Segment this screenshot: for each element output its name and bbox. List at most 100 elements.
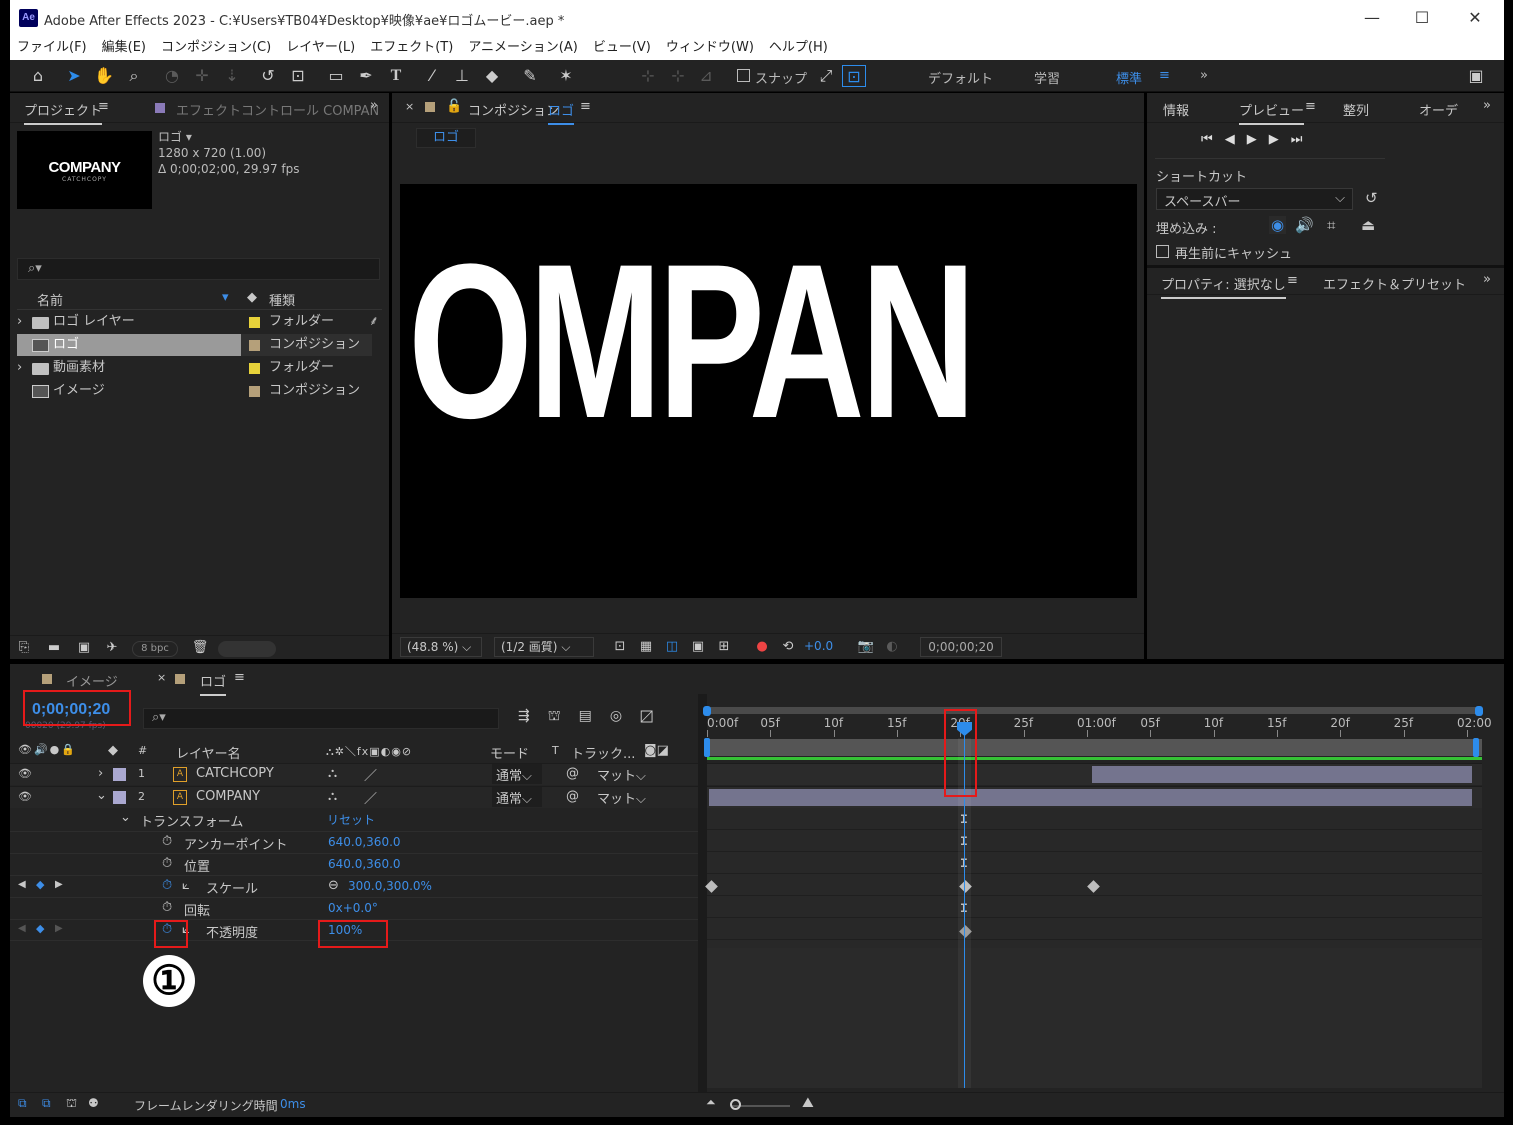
expand-arrow-icon[interactable]: ›	[17, 311, 22, 333]
expand-arrow-icon[interactable]: ›	[17, 357, 22, 379]
interpret-footage-icon[interactable]: ⎘	[12, 637, 36, 659]
tab-project[interactable]: プロジェクト	[24, 100, 103, 125]
close-tab-icon[interactable]: ×	[157, 671, 166, 684]
project-item[interactable]: › 動画素材 フォルダー	[17, 357, 377, 379]
overlay-toggle-icon[interactable]: ⌗	[1327, 216, 1335, 234]
audio-toggle-icon[interactable]: 🔊	[1295, 216, 1314, 234]
property-value[interactable]: 640.0,360.0	[328, 857, 401, 871]
shortcut-dropdown[interactable]: スペースバー ⌵	[1156, 188, 1353, 210]
menu-edit[interactable]: 編集(E)	[102, 38, 146, 60]
layer-name[interactable]: CATCHCOPY	[196, 766, 274, 781]
pen-tool-icon[interactable]: ✒	[354, 65, 378, 87]
mask-visibility-icon[interactable]: ◫	[660, 636, 684, 658]
tab-composition-name[interactable]: ロゴ	[548, 100, 575, 125]
prev-keyframe-icon[interactable]: ◀	[18, 923, 26, 934]
add-keyframe-icon[interactable]: ◆	[36, 878, 44, 891]
panel-more-icon[interactable]: »	[370, 98, 378, 113]
timeline-search-input[interactable]: ⌕▾	[143, 708, 499, 729]
graph-editor-icon[interactable]: ⧄	[640, 708, 671, 724]
work-area-start[interactable]	[704, 738, 710, 757]
selection-tool-icon[interactable]: ➤	[62, 65, 86, 87]
menu-window[interactable]: ウィンドウ(W)	[666, 38, 754, 60]
maximize-button[interactable]: ☐	[1402, 6, 1442, 30]
layer-label-swatch[interactable]	[113, 791, 126, 804]
menu-effect[interactable]: エフェクト(T)	[370, 38, 453, 60]
cache-checkbox[interactable]	[1156, 245, 1169, 258]
channels-icon[interactable]: ●	[750, 636, 774, 658]
render-queue-icon[interactable]: ✈	[100, 637, 124, 659]
tab-audio[interactable]: オーデ	[1419, 100, 1458, 119]
project-scroll-handle[interactable]	[218, 641, 276, 657]
project-item[interactable]: › ロゴ レイヤー フォルダー ⸙	[17, 311, 379, 333]
zoom-tool-icon[interactable]: ⌕	[122, 65, 146, 87]
puppet-pin-icon[interactable]: ✶	[554, 65, 578, 87]
tab-align[interactable]: 整列	[1343, 100, 1369, 119]
minimize-button[interactable]: —	[1352, 6, 1392, 30]
matte-pickwhip-icon[interactable]: @	[566, 766, 579, 781]
axis-view-icon[interactable]: ⊿	[694, 65, 718, 87]
resolution-dropdown[interactable]: (1/2 画質) ⌵	[494, 637, 594, 657]
pan-camera-icon[interactable]: ✛	[190, 65, 214, 87]
tab-effects-presets[interactable]: エフェクト＆プリセット	[1323, 274, 1466, 293]
prev-keyframe-icon[interactable]: ◀	[18, 879, 26, 890]
hand-tool-icon[interactable]: ✋	[92, 65, 116, 87]
project-search-input[interactable]: ⌕▾	[17, 258, 380, 280]
show-snapshot-icon[interactable]: ◐	[880, 636, 904, 658]
camera-snapshot-icon[interactable]: 📷	[854, 636, 878, 658]
layer-row[interactable]: 👁 ⌄ 2 A COMPANY ⛬ ／ 通常⌵ @ マット⌵	[10, 786, 698, 808]
search-help-icon[interactable]: ▣	[1464, 65, 1488, 87]
trash-icon[interactable]: 🗑	[188, 637, 212, 659]
label-column-icon[interactable]: ◆	[247, 290, 257, 305]
first-frame-icon[interactable]: ⏮	[1201, 132, 1225, 147]
layer-mode-dropdown[interactable]: 通常⌵	[492, 764, 542, 784]
panel-more-icon[interactable]: »	[1483, 272, 1491, 287]
composition-menu-icon[interactable]: ≡	[580, 99, 591, 114]
layer-row[interactable]: 👁 › 1 A CATCHCOPY ⛬ ／ 通常⌵ @ マット⌵	[10, 763, 698, 785]
exposure-value[interactable]: +0.0	[804, 639, 833, 653]
composition-mini-flowchart-icon[interactable]: ⇶	[518, 708, 548, 724]
dolly-camera-icon[interactable]: ⇣	[220, 65, 244, 87]
snap-option-icon[interactable]: ⤢	[814, 65, 838, 87]
composition-viewer[interactable]: OMPAN	[400, 184, 1137, 598]
tab-composition[interactable]: コンポジション	[468, 100, 559, 119]
workspace-more-icon[interactable]: »	[1200, 68, 1208, 83]
layer-duration-bar[interactable]	[709, 789, 1472, 806]
close-button[interactable]: ✕	[1455, 6, 1495, 30]
time-ruler[interactable]: 0:00f05f10f15f20f25f01:00f05f10f15f20f25…	[707, 714, 1492, 738]
axis-world-icon[interactable]: ⊹	[666, 65, 690, 87]
menu-file[interactable]: ファイル(F)	[17, 38, 87, 60]
next-keyframe-icon[interactable]: ▶	[55, 923, 63, 934]
snap-target-icon[interactable]: ⊡	[842, 65, 866, 87]
transform-group[interactable]: ⌄ トランスフォーム リセット	[10, 809, 698, 831]
quality-switch-icon[interactable]: ／	[364, 788, 377, 807]
constrain-link-icon[interactable]: ⊖	[328, 878, 339, 893]
stopwatch-icon[interactable]: ⏱	[162, 856, 172, 871]
matte-dropdown[interactable]: マット⌵	[594, 765, 649, 784]
stopwatch-icon[interactable]: ⏱	[162, 834, 172, 849]
time-navigator[interactable]	[707, 707, 1482, 714]
zoom-in-icon[interactable]: ⛰	[802, 1095, 814, 1111]
breadcrumb-comp[interactable]: ロゴ	[433, 130, 459, 145]
matte-dropdown[interactable]: マット⌵	[594, 788, 649, 807]
snap-checkbox[interactable]	[737, 69, 750, 82]
clone-stamp-icon[interactable]: ⊥	[450, 65, 474, 87]
properties-menu-icon[interactable]: ≡	[1287, 273, 1298, 288]
toggle-layer-switches-icon[interactable]: ⧉	[18, 1096, 27, 1111]
tab-timeline-comp[interactable]: ロゴ	[200, 671, 227, 696]
brush-tool-icon[interactable]: ⁄	[420, 65, 444, 87]
collapse-arrow-icon[interactable]: ⌄	[96, 788, 107, 803]
snapshot-region-icon[interactable]: ⊡	[608, 636, 632, 658]
play-icon[interactable]: ▶	[1247, 132, 1269, 147]
work-area-bar[interactable]	[707, 739, 1482, 756]
sort-down-icon[interactable]: ▾	[222, 290, 229, 305]
tab-timeline-image[interactable]: イメージ	[66, 671, 118, 690]
frame-blend-icon[interactable]: ▤	[579, 708, 610, 724]
transform-reset-link[interactable]: リセット	[327, 811, 375, 828]
column-name[interactable]: 名前	[37, 290, 63, 309]
workspace-menu-icon[interactable]: ≡	[1159, 68, 1170, 83]
video-toggle-icon[interactable]: ◉	[1269, 216, 1287, 234]
eraser-tool-icon[interactable]: ◆	[480, 65, 504, 87]
project-item[interactable]: イメージ コンポジション	[17, 380, 377, 402]
tab-effect-controls[interactable]: エフェクトコントロール COMPAN	[176, 100, 379, 119]
toggle-in-out-icon[interactable]: ⛫	[66, 1096, 77, 1112]
